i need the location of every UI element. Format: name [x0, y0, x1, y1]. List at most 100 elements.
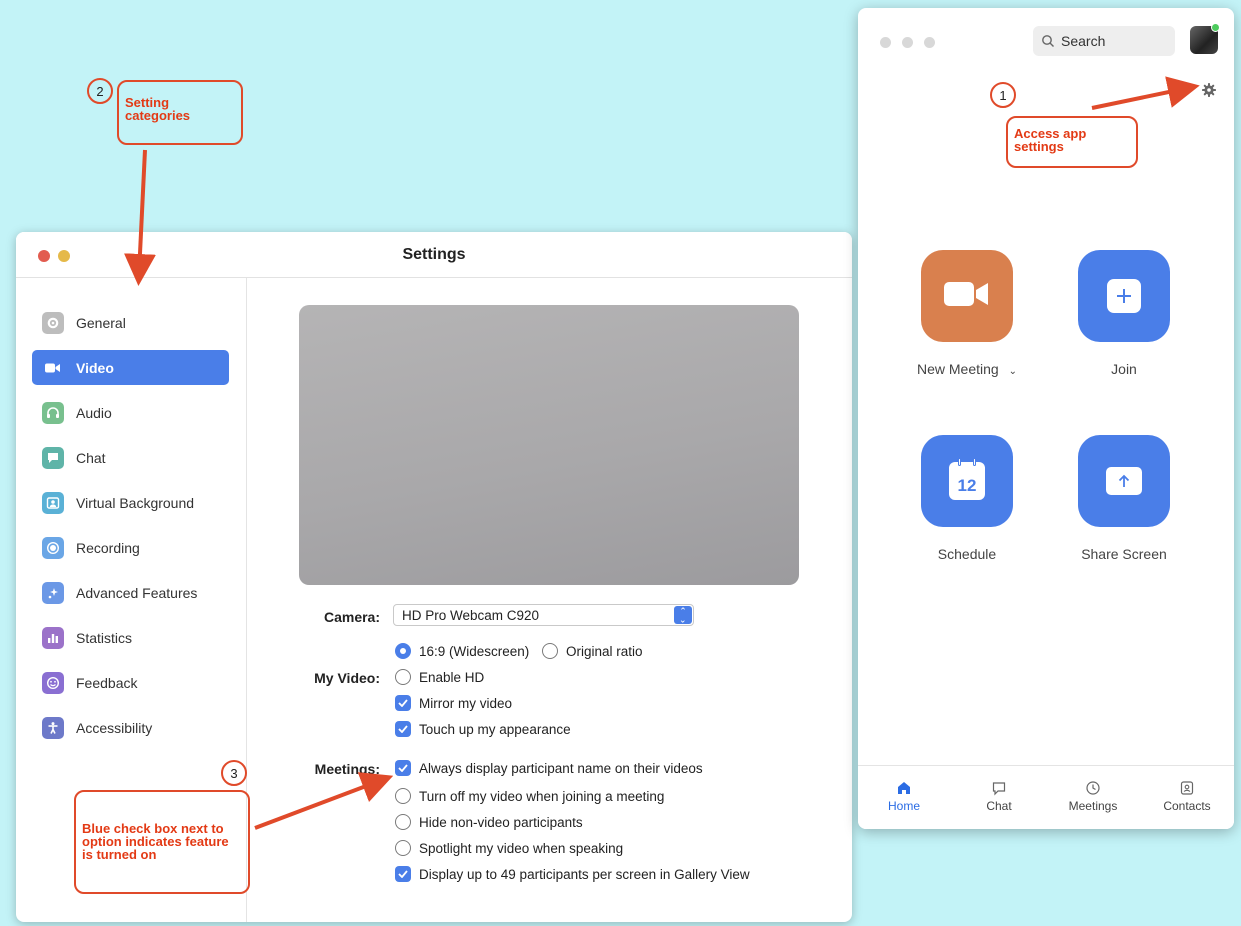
radio-unselected[interactable]: [542, 643, 558, 659]
search-icon: [1041, 34, 1055, 48]
bar-chart-icon: [42, 626, 64, 649]
sidebar-item-label: Statistics: [76, 629, 133, 646]
settings-title: Settings: [402, 246, 466, 263]
sidebar-item-label: Feedback: [76, 674, 138, 691]
sidebar-item-recording[interactable]: Recording: [32, 530, 229, 565]
home-icon: [864, 780, 944, 796]
schedule-label: Schedule: [937, 546, 997, 562]
checkbox-unchecked[interactable]: [395, 669, 411, 685]
calendar-day: 12: [957, 476, 977, 495]
gallery-49-option[interactable]: Display up to 49 participants per screen…: [395, 866, 750, 882]
video-camera-icon: [944, 279, 990, 314]
hide-non-video-option[interactable]: Hide non-video participants: [395, 814, 583, 830]
checkbox-unchecked[interactable]: [395, 840, 411, 856]
sparkle-icon: [42, 581, 64, 604]
sidebar-item-virtual-background[interactable]: Virtual Background: [32, 485, 229, 520]
always-display-name-option[interactable]: Always display participant name on their…: [395, 760, 703, 776]
turn-off-video-option[interactable]: Turn off my video when joining a meeting: [395, 788, 664, 804]
sidebar-item-label: Virtual Background: [76, 494, 195, 511]
sidebar-item-statistics[interactable]: Statistics: [32, 620, 229, 655]
schedule-button[interactable]: 12: [921, 435, 1013, 527]
spotlight-option[interactable]: Spotlight my video when speaking: [395, 840, 623, 856]
chat-bubble-icon: [959, 780, 1039, 796]
original-ratio-radio-option[interactable]: Original ratio: [542, 643, 643, 659]
share-arrow-icon: [1106, 467, 1142, 495]
touch-up-option[interactable]: Touch up my appearance: [395, 721, 571, 737]
checkbox-checked[interactable]: [395, 695, 411, 711]
bottom-nav: Home Chat Meetings Contacts: [858, 765, 1234, 829]
gear-icon[interactable]: [1201, 82, 1217, 98]
nav-label: Home: [887, 799, 920, 813]
sidebar-item-chat[interactable]: Chat: [32, 440, 229, 475]
sidebar-item-advanced-features[interactable]: Advanced Features: [32, 575, 229, 610]
clock-icon: [1053, 780, 1133, 796]
chat-bubble-icon: [42, 446, 64, 469]
widescreen-label: 16:9 (Widescreen): [419, 643, 530, 659]
camera-label: Camera:: [323, 609, 380, 625]
checkbox-checked[interactable]: [395, 866, 411, 882]
nav-contacts[interactable]: Contacts: [1147, 780, 1227, 813]
sidebar-item-label: Audio: [76, 404, 112, 421]
camera-select[interactable]: HD Pro Webcam C920 ⌃ ⌃: [393, 604, 694, 626]
headphones-icon: [42, 401, 64, 424]
annotation-setting-categories: Setting categories: [117, 80, 243, 145]
sidebar-item-label: General: [76, 314, 126, 331]
search-input[interactable]: Search: [1033, 26, 1175, 56]
camera-select-value: HD Pro Webcam C920: [402, 607, 540, 623]
checkbox-unchecked[interactable]: [395, 814, 411, 830]
option-label: Touch up my appearance: [419, 721, 571, 737]
sidebar-item-accessibility[interactable]: Accessibility: [32, 710, 229, 745]
checkbox-checked[interactable]: [395, 760, 411, 776]
nav-home[interactable]: Home: [864, 780, 944, 813]
video-preview: [299, 305, 799, 585]
minimize-window-button[interactable]: [902, 37, 913, 48]
contacts-icon: [1147, 780, 1227, 796]
checkbox-checked[interactable]: [395, 721, 411, 737]
zoom-window-button[interactable]: [924, 37, 935, 48]
sidebar-item-audio[interactable]: Audio: [32, 395, 229, 430]
sidebar-item-video[interactable]: Video: [32, 350, 229, 385]
new-meeting-label: New Meeting ⌄: [917, 361, 1017, 377]
new-meeting-button[interactable]: [921, 250, 1013, 342]
original-ratio-label: Original ratio: [566, 643, 643, 659]
gear-icon: [42, 311, 64, 334]
option-label: Enable HD: [419, 669, 485, 685]
annotation-number-3: 3: [221, 760, 247, 786]
annotation-blue-check-box: Blue check box next to option indicates …: [74, 790, 250, 894]
sidebar-item-label: Accessibility: [76, 719, 153, 736]
sidebar-item-label: Advanced Features: [76, 584, 198, 601]
sidebar-item-label: Recording: [76, 539, 140, 556]
select-arrows-icon: ⌃ ⌃: [674, 606, 692, 624]
checkbox-unchecked[interactable]: [395, 788, 411, 804]
widescreen-radio-option[interactable]: 16:9 (Widescreen): [395, 643, 529, 659]
nav-label: Contacts: [1163, 799, 1211, 813]
nav-meetings[interactable]: Meetings: [1053, 780, 1133, 813]
join-label: Join: [1111, 361, 1137, 377]
share-screen-button[interactable]: [1078, 435, 1170, 527]
chevron-down-icon[interactable]: ⌄: [1009, 366, 1017, 377]
annotation-number-2: 2: [87, 78, 113, 104]
person-background-icon: [42, 491, 64, 514]
close-window-button[interactable]: [880, 37, 891, 48]
option-label: Display up to 49 participants per screen…: [419, 866, 750, 882]
option-label: Spotlight my video when speaking: [419, 840, 624, 856]
option-label: Turn off my video when joining a meeting: [419, 788, 665, 804]
calendar-icon: 12: [949, 458, 985, 500]
video-camera-icon: [42, 357, 64, 379]
online-status-dot: [1211, 23, 1220, 32]
share-screen-label: Share Screen: [1081, 546, 1167, 562]
sidebar-item-feedback[interactable]: Feedback: [32, 665, 229, 700]
sidebar-item-label: Chat: [76, 449, 106, 466]
annotation-number-1: 1: [990, 82, 1016, 108]
enable-hd-option[interactable]: Enable HD: [395, 669, 484, 685]
option-label: Always display participant name on their…: [419, 760, 703, 776]
plus-icon: [1107, 279, 1141, 313]
mirror-video-option[interactable]: Mirror my video: [395, 695, 512, 711]
join-button[interactable]: [1078, 250, 1170, 342]
nav-chat[interactable]: Chat: [959, 780, 1039, 813]
sidebar-item-label: Video: [76, 359, 114, 376]
annotation-access-app-settings: Access app settings: [1006, 116, 1138, 168]
sidebar-item-general[interactable]: General: [32, 305, 229, 340]
my-video-label: My Video:: [314, 670, 380, 686]
radio-selected[interactable]: [395, 643, 411, 659]
